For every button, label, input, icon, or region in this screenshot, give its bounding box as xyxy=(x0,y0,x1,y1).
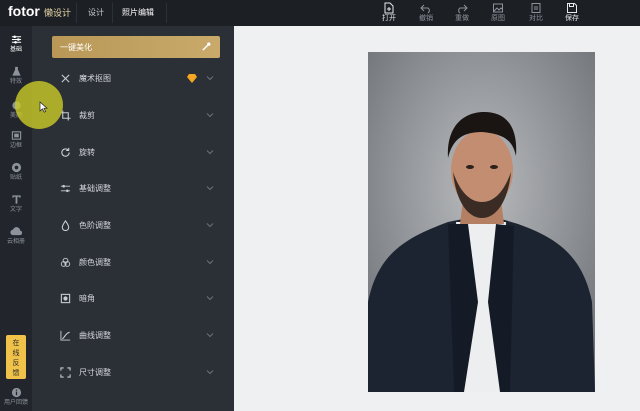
compare-button[interactable]: 对比 xyxy=(522,2,550,26)
panel-row-label: 基础调整 xyxy=(79,184,111,193)
divider xyxy=(112,3,113,23)
color-circles-icon xyxy=(60,257,71,267)
online-feedback-button[interactable]: 在 线 反 馈 xyxy=(6,335,26,379)
resize-icon xyxy=(60,367,71,378)
rail-item-text[interactable]: 文字 xyxy=(0,190,32,222)
cloud-icon xyxy=(10,227,22,236)
rail-label-frame: 边框 xyxy=(9,142,22,149)
flask-icon xyxy=(11,66,21,76)
original-button[interactable]: 原图 xyxy=(484,2,512,26)
panel-row-label: 魔术抠图 xyxy=(79,74,111,83)
rail-label-sticker: 贴纸 xyxy=(9,174,22,181)
open-label: 打开 xyxy=(382,14,396,22)
panel-row-label: 尺寸调整 xyxy=(79,368,111,377)
feedback-char: 线 xyxy=(12,349,20,357)
vignette-icon xyxy=(60,293,71,304)
panel-row-cutout[interactable]: 魔术抠图 xyxy=(52,64,220,94)
sticker-icon xyxy=(11,162,21,173)
panel-row-crop[interactable]: 裁剪 xyxy=(52,101,220,131)
original-label: 原图 xyxy=(491,14,505,22)
magic-wand-icon xyxy=(202,42,211,51)
redo-button[interactable]: 重做 xyxy=(448,2,476,26)
divider xyxy=(76,3,77,23)
open-button[interactable]: 打开 xyxy=(375,2,403,26)
chevron-down-icon xyxy=(206,296,214,301)
info-icon xyxy=(11,387,21,398)
compare-icon xyxy=(531,3,541,13)
mouse-cursor-icon xyxy=(39,101,48,113)
chevron-down-icon xyxy=(206,150,214,155)
redo-icon xyxy=(458,4,468,14)
rail-label-text: 文字 xyxy=(9,206,22,213)
panel-row-color-adjust[interactable]: 颜色调整 xyxy=(52,248,220,278)
panel-row-label: 色阶调整 xyxy=(79,221,111,230)
photo-editor-app: fotor 懒设计 设计 照片编辑 打开 撤销 重做 原图 对比 保存 基础 特… xyxy=(0,0,640,411)
panel-row-label: 裁剪 xyxy=(79,111,95,120)
panel-row-levels[interactable]: 色阶调整 xyxy=(52,211,220,241)
rail-label-cloud: 云相册 xyxy=(6,238,25,245)
curve-icon xyxy=(60,330,71,341)
rail-label-basic: 基础 xyxy=(9,46,22,53)
chevron-down-icon xyxy=(206,223,214,228)
adjust-icon xyxy=(60,184,71,193)
panel-row-label: 曲线调整 xyxy=(79,331,111,340)
premium-diamond-icon xyxy=(187,74,197,83)
panel-row-resize[interactable]: 尺寸调整 xyxy=(52,358,220,388)
fotor-logo[interactable]: fotor xyxy=(8,3,40,19)
feedback-char: 反 xyxy=(12,359,20,367)
text-icon xyxy=(11,195,21,204)
save-button[interactable]: 保存 xyxy=(558,2,586,26)
feedback-char: 在 xyxy=(12,339,20,347)
chevron-down-icon xyxy=(206,370,214,375)
logo-subtitle: 懒设计 xyxy=(44,9,72,19)
frame-icon xyxy=(11,131,21,140)
save-icon xyxy=(567,3,577,13)
undo-label: 撤销 xyxy=(419,14,433,22)
auto-enhance-label: 一键美化 xyxy=(60,43,92,52)
top-bar: fotor 懒设计 设计 照片编辑 打开 撤销 重做 原图 对比 保存 xyxy=(0,0,640,26)
rail-item-cloud[interactable]: 云相册 xyxy=(0,222,32,254)
divider xyxy=(166,3,167,23)
drop-icon xyxy=(61,220,70,231)
rotate-icon xyxy=(61,147,70,157)
portrait-photo[interactable] xyxy=(368,52,595,392)
portrait-image xyxy=(368,52,595,392)
chevron-down-icon xyxy=(206,113,214,118)
user-feedback-button[interactable]: 用户回馈 xyxy=(0,384,32,411)
chevron-down-icon xyxy=(206,186,214,191)
panel-row-label: 旋转 xyxy=(79,148,95,157)
nav-photo-edit[interactable]: 照片编辑 xyxy=(122,7,154,18)
undo-button[interactable]: 撤销 xyxy=(412,2,440,26)
scissors-icon xyxy=(61,74,70,83)
rail-item-basic[interactable]: 基础 xyxy=(0,30,32,62)
feedback-char: 馈 xyxy=(12,369,20,377)
panel-row-label: 暗角 xyxy=(79,294,95,303)
redo-label: 重做 xyxy=(455,14,469,22)
rail-item-frame[interactable]: 边框 xyxy=(0,126,32,158)
open-file-icon xyxy=(384,2,394,14)
chevron-down-icon xyxy=(206,260,214,265)
panel-row-basic-adjust[interactable]: 基础调整 xyxy=(52,174,220,204)
undo-icon xyxy=(420,4,430,14)
original-image-icon xyxy=(493,3,503,13)
panel-row-rotate[interactable]: 旋转 xyxy=(52,138,220,168)
panel-row-label: 颜色调整 xyxy=(79,258,111,267)
rail-item-sticker[interactable]: 贴纸 xyxy=(0,158,32,190)
compare-label: 对比 xyxy=(529,14,543,22)
panel-row-curves[interactable]: 曲线调整 xyxy=(52,321,220,351)
auto-enhance-button[interactable]: 一键美化 xyxy=(52,36,220,58)
panel-row-vignette[interactable]: 暗角 xyxy=(52,284,220,314)
nav-design[interactable]: 设计 xyxy=(88,7,104,18)
sliders-icon xyxy=(11,35,21,44)
save-label: 保存 xyxy=(565,14,579,22)
chevron-down-icon xyxy=(206,333,214,338)
chevron-down-icon xyxy=(206,76,214,81)
user-feedback-label: 用户回馈 xyxy=(3,399,28,406)
